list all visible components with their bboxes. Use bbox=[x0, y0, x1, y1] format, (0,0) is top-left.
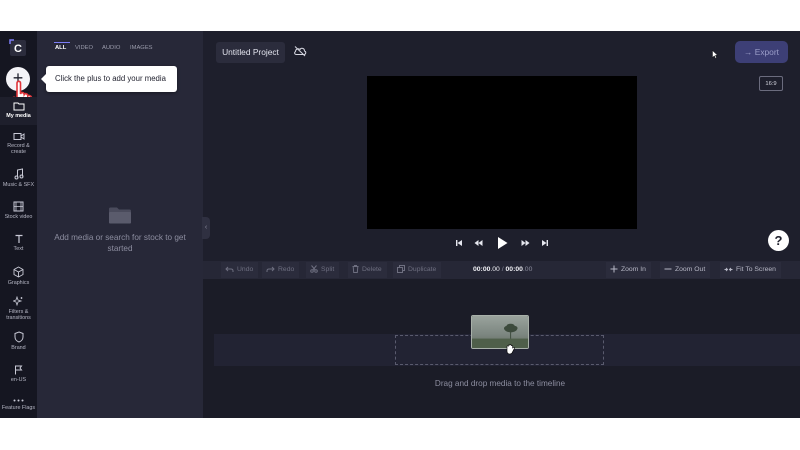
sidebar-item-stock-video[interactable]: Stock video bbox=[0, 201, 37, 220]
sidebar-item-my-media[interactable]: My media bbox=[0, 97, 37, 125]
sidebar-item-graphics[interactable]: Graphics bbox=[0, 266, 37, 286]
timecode-display: 00:00.00 / 00:00.00 bbox=[473, 266, 532, 273]
sidebar-item-text[interactable]: Text bbox=[0, 234, 37, 252]
more-icon bbox=[13, 399, 24, 402]
sidebar-item-label: Feature Flags bbox=[1, 405, 36, 411]
split-button[interactable]: Split bbox=[306, 262, 340, 278]
aspect-ratio-button[interactable]: 16:9 bbox=[759, 76, 783, 91]
arrow-right-icon: → bbox=[744, 47, 755, 57]
video-editor-app: C + My media Record & create Music & SFX… bbox=[0, 31, 800, 418]
total-time: 00:00 bbox=[505, 266, 523, 273]
sparkle-icon bbox=[13, 296, 23, 307]
current-frames: .00 bbox=[490, 266, 500, 273]
fit-to-screen-button[interactable]: Fit To Screen bbox=[720, 262, 781, 278]
export-label: Export bbox=[754, 47, 779, 57]
current-time: 00:00 bbox=[473, 266, 491, 273]
zoom-in-label: Zoom In bbox=[621, 266, 646, 273]
add-media-tooltip: Click the plus to add your media bbox=[41, 66, 177, 92]
sidebar-item-label: en-US bbox=[10, 377, 27, 383]
zoom-in-button[interactable]: Zoom In bbox=[606, 262, 651, 278]
cloud-off-icon bbox=[294, 46, 307, 57]
collapse-panel-handle[interactable]: ‹ bbox=[202, 217, 210, 239]
video-preview bbox=[367, 76, 637, 229]
empty-folder-icon bbox=[109, 207, 131, 224]
tab-all[interactable]: ALL bbox=[55, 45, 66, 51]
skip-back-icon[interactable] bbox=[455, 239, 463, 247]
folder-icon bbox=[13, 102, 24, 111]
shield-icon bbox=[14, 331, 23, 343]
playback-controls bbox=[455, 236, 549, 250]
scissors-icon bbox=[310, 265, 318, 274]
duplicate-button[interactable]: Duplicate bbox=[393, 262, 442, 278]
duplicate-label: Duplicate bbox=[408, 266, 437, 273]
timeline-toolbar: Undo Redo Split Delete Duplicate 00:00.0… bbox=[203, 261, 800, 279]
split-label: Split bbox=[321, 266, 335, 273]
tab-audio[interactable]: AUDIO bbox=[102, 45, 120, 51]
tab-video[interactable]: VIDEO bbox=[75, 45, 93, 51]
sidebar-item-filters-transitions[interactable]: Filters & transitions bbox=[0, 296, 37, 321]
total-frames: .00 bbox=[522, 266, 533, 273]
fast-forward-icon[interactable] bbox=[521, 239, 530, 247]
sidebar-item-label: Filters & transitions bbox=[6, 309, 31, 321]
export-button[interactable]: → Export bbox=[735, 41, 788, 63]
delete-button[interactable]: Delete bbox=[348, 262, 387, 278]
mouse-cursor-icon bbox=[712, 50, 718, 59]
zoom-out-label: Zoom Out bbox=[675, 266, 706, 273]
music-note-icon bbox=[14, 168, 23, 180]
redo-button[interactable]: Redo bbox=[262, 262, 300, 278]
sidebar-item-record-create[interactable]: Record & create bbox=[0, 132, 37, 155]
clipchamp-logo: C bbox=[9, 39, 26, 56]
zoom-out-button[interactable]: Zoom Out bbox=[660, 262, 711, 278]
empty-media-message: Add media or search for stock to get sta… bbox=[54, 233, 186, 253]
grab-hand-icon bbox=[506, 344, 515, 355]
sidebar-item-label: Graphics bbox=[7, 280, 30, 286]
play-icon[interactable] bbox=[497, 236, 508, 250]
minus-icon bbox=[664, 268, 672, 270]
sidebar-item-label: Music & SFX bbox=[2, 182, 35, 188]
sidebar-item-label: Text bbox=[13, 246, 24, 252]
sidebar-item-label: My media bbox=[6, 113, 31, 119]
svg-text:C: C bbox=[14, 43, 22, 55]
undo-label: Undo bbox=[237, 266, 254, 273]
undo-icon bbox=[225, 266, 234, 272]
text-icon bbox=[15, 234, 22, 243]
sidebar-item-label: Stock video bbox=[4, 214, 33, 220]
sidebar-item-language[interactable]: en-US bbox=[0, 365, 37, 383]
duplicate-icon bbox=[397, 265, 405, 274]
left-rail: C + My media Record & create Music & SFX… bbox=[0, 31, 37, 418]
fit-arrows-icon bbox=[724, 267, 733, 272]
sidebar-item-feature-flags[interactable]: Feature Flags bbox=[0, 398, 37, 411]
rewind-icon[interactable] bbox=[474, 239, 483, 247]
timeline-drop-hint: Drag and drop media to the timeline bbox=[434, 379, 566, 388]
skip-forward-icon[interactable] bbox=[541, 239, 549, 247]
camera-icon bbox=[13, 133, 24, 140]
dragged-media-thumbnail[interactable] bbox=[471, 315, 529, 349]
redo-label: Redo bbox=[278, 266, 295, 273]
cube-icon bbox=[13, 266, 24, 278]
tab-images[interactable]: IMAGES bbox=[130, 45, 153, 51]
help-button[interactable]: ? bbox=[768, 230, 789, 251]
plus-icon bbox=[610, 265, 618, 273]
active-tab-indicator bbox=[54, 42, 70, 43]
trash-icon bbox=[352, 265, 359, 274]
flag-icon bbox=[15, 365, 23, 375]
sidebar-item-label: Brand bbox=[11, 345, 26, 351]
sidebar-item-brand[interactable]: Brand bbox=[0, 331, 37, 351]
delete-label: Delete bbox=[362, 266, 382, 273]
fit-label: Fit To Screen bbox=[736, 266, 776, 273]
film-icon bbox=[13, 201, 24, 212]
undo-button[interactable]: Undo bbox=[221, 262, 259, 278]
sidebar-item-music-sfx[interactable]: Music & SFX bbox=[0, 168, 37, 188]
project-name-field[interactable]: Untitled Project bbox=[216, 42, 285, 63]
redo-icon bbox=[266, 266, 275, 272]
sidebar-item-label: Record & create bbox=[7, 143, 30, 155]
